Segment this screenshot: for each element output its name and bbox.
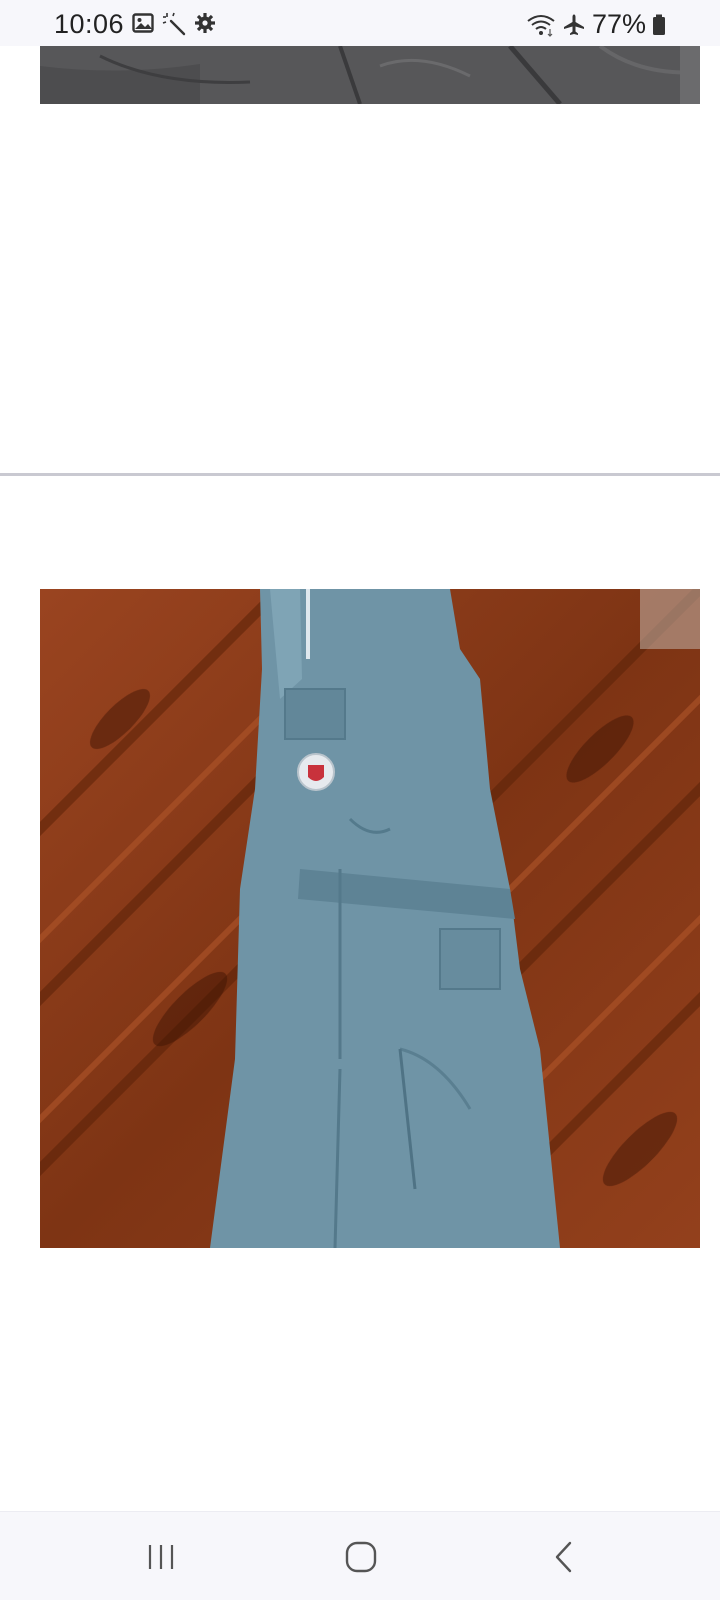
blue-coverall-image — [40, 589, 700, 1248]
home-button[interactable] — [331, 1532, 391, 1582]
gear-icon — [194, 12, 216, 36]
status-bar: 10:06 77% — [0, 0, 720, 46]
recents-button[interactable] — [131, 1532, 191, 1582]
status-time: 10:06 — [54, 9, 125, 39]
navigation-bar — [0, 1511, 720, 1600]
wifi-icon — [526, 13, 556, 37]
status-right: 77% — [526, 9, 666, 40]
status-left-icons — [132, 12, 216, 36]
image-icon — [132, 12, 154, 36]
section-divider — [0, 473, 720, 476]
grey-garment-image — [40, 46, 700, 104]
battery-icon — [652, 14, 666, 36]
coverall-photo[interactable] — [40, 589, 700, 1248]
screen: 10:06 77% — [0, 0, 720, 1600]
home-icon — [345, 1541, 377, 1573]
airplane-mode-icon — [562, 13, 586, 37]
back-button[interactable] — [534, 1532, 594, 1582]
back-icon — [553, 1541, 575, 1573]
top-garment-photo[interactable] — [40, 46, 700, 104]
battery-percent: 77% — [591, 9, 646, 39]
recents-icon — [146, 1543, 176, 1571]
magic-wand-icon — [162, 12, 186, 36]
